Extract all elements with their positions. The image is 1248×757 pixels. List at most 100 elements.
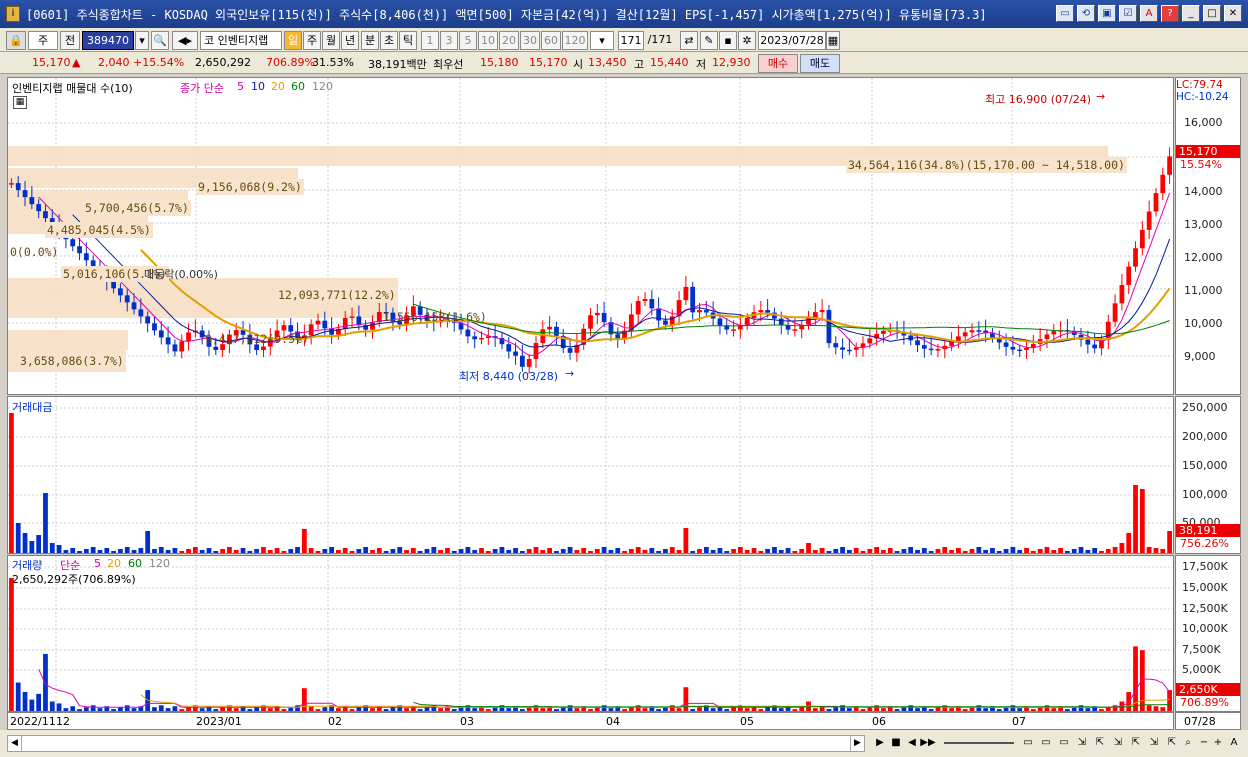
step-back-icon[interactable]: ◀ bbox=[904, 735, 920, 751]
bottom-bar: ◀ ▶ ▶ ■ ◀ ▶▶ ▭ ▭ ▭ ⇲ ⇱ ⇲ ⇱ ⇲ ⇱ ⌕ − + A bbox=[0, 730, 1248, 757]
link-icon[interactable]: ▭ bbox=[1056, 5, 1074, 22]
candle-body bbox=[145, 316, 151, 324]
grid-icon[interactable]: ▦ bbox=[13, 96, 27, 109]
fast-forward-icon[interactable]: ▶▶ bbox=[920, 735, 936, 751]
layout-icon[interactable]: ▣ bbox=[1098, 5, 1116, 22]
arrows-icon[interactable]: ⇱ bbox=[1164, 735, 1180, 751]
arrows-icon[interactable]: ⇲ bbox=[1110, 735, 1126, 751]
close-button[interactable]: ✕ bbox=[1224, 5, 1242, 22]
scroll-right-icon[interactable]: ▶ bbox=[850, 736, 864, 751]
volume-bar bbox=[29, 699, 35, 711]
amount-chart-panel[interactable]: 거래대금 bbox=[7, 396, 1174, 554]
search-icon[interactable]: 🔍 bbox=[151, 31, 169, 50]
play-icon[interactable]: ▶ bbox=[872, 735, 888, 751]
interval-3[interactable]: 3 bbox=[440, 31, 458, 50]
refresh-icon[interactable]: ⟲ bbox=[1077, 5, 1095, 22]
volume-bar bbox=[683, 687, 689, 711]
maximize-button[interactable]: □ bbox=[1203, 5, 1221, 22]
volume-chart-panel[interactable]: 거래량 단순 5 20 60 120 2,650,292주(706.89%) bbox=[7, 555, 1174, 712]
speaker-icon[interactable]: ◀▸ bbox=[172, 31, 198, 50]
interval-30[interactable]: 30 bbox=[520, 31, 540, 50]
count-input[interactable]: 171 bbox=[618, 31, 644, 50]
amount-bar bbox=[588, 551, 593, 553]
volume-bar bbox=[560, 707, 566, 711]
period-minute[interactable]: 분 bbox=[361, 31, 379, 50]
volume-bar bbox=[1065, 709, 1070, 711]
help-icon[interactable]: ? bbox=[1161, 5, 1179, 22]
interval-1[interactable]: 1 bbox=[421, 31, 439, 50]
period-day[interactable]: 일 bbox=[284, 31, 302, 50]
stock-name: 코 인벤티지랩 bbox=[200, 31, 282, 50]
date-input[interactable]: 2023/07/28 bbox=[758, 31, 826, 50]
zoom-slider[interactable] bbox=[944, 742, 1014, 744]
volume-bar bbox=[826, 709, 832, 711]
chart-tool-icon[interactable]: ✎ bbox=[700, 31, 718, 50]
interval-5[interactable]: 5 bbox=[459, 31, 477, 50]
minimize-button[interactable]: _ bbox=[1182, 5, 1200, 22]
period-year[interactable]: 년 bbox=[341, 31, 359, 50]
amount-bar bbox=[819, 548, 825, 553]
period-week[interactable]: 주 bbox=[303, 31, 321, 50]
amount-bar bbox=[560, 549, 566, 553]
volume-bar bbox=[778, 708, 784, 711]
candle-body bbox=[22, 190, 28, 198]
amount-bar bbox=[111, 551, 116, 553]
calendar-icon[interactable]: ▦ bbox=[826, 31, 840, 50]
scroll-left-icon[interactable]: ◀ bbox=[8, 736, 22, 751]
vp-label-3: 5,700,456(5.7%) bbox=[83, 200, 191, 216]
zoom-search-icon[interactable]: ⌕ bbox=[1180, 735, 1196, 751]
buy-button[interactable]: 매수 bbox=[758, 54, 798, 73]
checkbox-icon[interactable]: ☑ bbox=[1119, 5, 1137, 22]
plus-icon[interactable]: + bbox=[1210, 735, 1226, 751]
prev-button[interactable]: 전 bbox=[60, 31, 80, 50]
interval-custom-input[interactable]: ▾ bbox=[590, 31, 614, 50]
candle-body bbox=[349, 316, 355, 319]
horizontal-scrollbar[interactable]: ◀ ▶ bbox=[7, 735, 865, 752]
interval-10[interactable]: 10 bbox=[478, 31, 498, 50]
stop-icon[interactable]: ■ bbox=[888, 735, 904, 751]
amount-bar bbox=[915, 550, 920, 553]
amount-bar bbox=[315, 551, 321, 553]
interval-20[interactable]: 20 bbox=[499, 31, 519, 50]
layout-icon[interactable]: ▭ bbox=[1056, 735, 1072, 751]
price-chart-panel[interactable]: 인벤티지랩 매물대 수(10) 종가 단순 5 10 20 60 120 ▦ 3… bbox=[7, 77, 1174, 395]
swap-icon[interactable]: ⇄ bbox=[680, 31, 698, 50]
candle-body bbox=[315, 320, 321, 325]
amount-bar bbox=[574, 550, 580, 553]
chevron-down-icon[interactable]: ▾ bbox=[135, 31, 149, 50]
volume-bar bbox=[969, 707, 975, 711]
volume-bar bbox=[1071, 707, 1077, 711]
arrows-icon[interactable]: ⇲ bbox=[1074, 735, 1090, 751]
layout-icon[interactable]: ▭ bbox=[1020, 735, 1036, 751]
volume-bar bbox=[608, 708, 614, 711]
code-input[interactable]: 389470 bbox=[82, 31, 134, 50]
candle-body bbox=[697, 310, 702, 313]
arrows-icon[interactable]: ⇱ bbox=[1128, 735, 1144, 751]
market-select[interactable]: 주 bbox=[28, 31, 58, 50]
volume-bar bbox=[622, 709, 627, 711]
candle-body bbox=[1126, 266, 1132, 285]
lock-icon[interactable]: 🔒 bbox=[6, 31, 26, 50]
amount-bar bbox=[1139, 489, 1145, 553]
amount-bar bbox=[1071, 549, 1077, 553]
volume-bar bbox=[724, 709, 730, 711]
amount-bar bbox=[1119, 543, 1125, 553]
arrows-icon[interactable]: ⇲ bbox=[1146, 735, 1162, 751]
font-icon[interactable]: A bbox=[1140, 5, 1158, 22]
candle-body bbox=[1092, 344, 1098, 349]
arrows-icon[interactable]: ⇱ bbox=[1092, 735, 1108, 751]
save-icon[interactable]: ▪ bbox=[719, 31, 737, 50]
interval-120[interactable]: 120 bbox=[562, 31, 588, 50]
period-second[interactable]: 초 bbox=[380, 31, 398, 50]
gear-icon[interactable]: ✲ bbox=[738, 31, 756, 50]
volume-bar bbox=[22, 692, 28, 711]
amount-bar bbox=[1044, 547, 1050, 553]
sell-button[interactable]: 매도 bbox=[800, 54, 840, 73]
layout-icon[interactable]: ▭ bbox=[1038, 735, 1054, 751]
period-month[interactable]: 월 bbox=[322, 31, 340, 50]
interval-60[interactable]: 60 bbox=[541, 31, 561, 50]
font-size-icon[interactable]: A bbox=[1226, 735, 1242, 751]
price-scale: LC:79.74 HC:-10.24 16,000 14,000 13,000 … bbox=[1175, 77, 1241, 395]
amount-bar bbox=[342, 548, 348, 553]
period-tick[interactable]: 틱 bbox=[399, 31, 417, 50]
